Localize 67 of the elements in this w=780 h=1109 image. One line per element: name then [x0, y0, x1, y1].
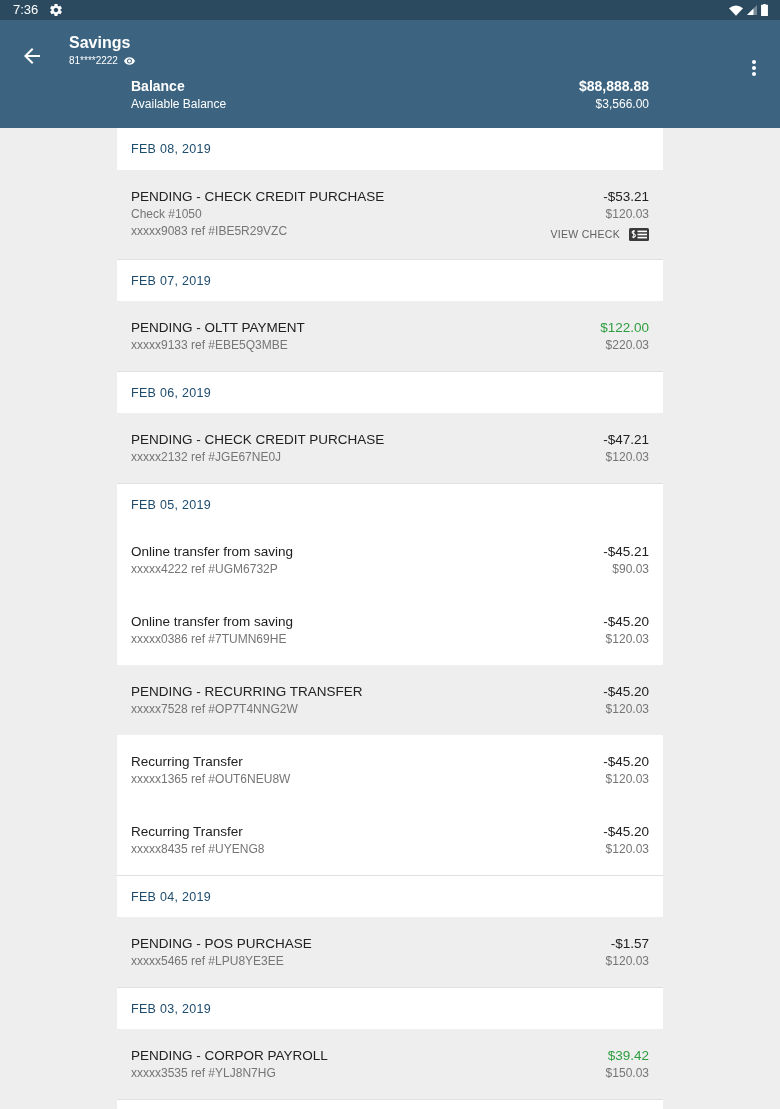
- running-balance: $120.03: [605, 449, 649, 466]
- transaction-title: Recurring Transfer: [131, 753, 244, 771]
- transaction-title: PENDING - CORPOR PAYROLL: [131, 1047, 328, 1065]
- eye-icon[interactable]: [123, 57, 135, 65]
- battery-icon: [761, 4, 768, 16]
- back-arrow-icon: [24, 48, 40, 64]
- transaction-amount: $39.42: [607, 1047, 649, 1065]
- balance-label: Balance: [131, 77, 185, 95]
- transaction-detail: xxxxx5465 ref #LPU8YE3EE: [131, 953, 285, 970]
- running-balance: $90.03: [612, 561, 649, 578]
- transaction-title: Recurring Transfer: [131, 823, 244, 841]
- status-time: 7:36: [13, 2, 39, 18]
- transaction-amount: -$45.20: [603, 753, 649, 771]
- transaction-detail: xxxxx9083 ref #IBE5R29VZC: [131, 223, 289, 240]
- transaction-row[interactable]: Recurring Transfer xxxxx1365 ref #OUT6NEU8W -$45.20 $120.03: [117, 735, 663, 805]
- transaction-detail: xxxxx4222 ref #UGM6732P: [131, 561, 279, 578]
- running-balance: $120.03: [605, 841, 649, 858]
- transaction-amount: $122.00: [600, 319, 649, 337]
- view-check-button[interactable]: VIEW CHECK: [550, 226, 649, 242]
- more-options-icon: [752, 60, 756, 76]
- cheque-icon: [629, 227, 649, 241]
- transaction-title: Online transfer from saving: [131, 613, 294, 631]
- date-label: FEB 06, 2019: [131, 384, 212, 401]
- date-label: FEB 05, 2019: [131, 496, 212, 513]
- transaction-detail: Check #1050: [131, 206, 203, 223]
- settings-icon: [50, 4, 63, 16]
- date-label: FEB 04, 2019: [131, 888, 212, 905]
- transaction-amount: -$45.20: [603, 823, 649, 841]
- transaction-detail: xxxxx9133 ref #EBE5Q3MBE: [131, 337, 289, 354]
- running-balance: $120.03: [605, 631, 649, 648]
- account-title: Savings: [69, 33, 132, 53]
- transaction-amount: -$45.20: [603, 613, 649, 631]
- wifi-icon: [729, 4, 743, 16]
- transaction-title: PENDING - CHECK CREDIT PURCHASE: [131, 431, 385, 449]
- transaction-detail: xxxxx1365 ref #OUT6NEU8W: [131, 771, 291, 788]
- transaction-detail: xxxxx0386 ref #7TUMN69HE: [131, 631, 288, 648]
- balance-value: $88,888.88: [578, 77, 649, 95]
- transaction-detail: xxxxx8435 ref #UYENG8: [131, 841, 265, 858]
- transaction-amount: -$53.21: [603, 188, 649, 206]
- transaction-title: PENDING - CHECK CREDIT PURCHASE: [131, 188, 385, 206]
- available-balance-value: $3,566.00: [595, 96, 649, 112]
- transaction-detail: xxxxx3535 ref #YLJ8N7HG: [131, 1065, 277, 1082]
- transaction-row[interactable]: Online transfer from saving xxxxx0386 ref #7TUMN69HE -$45.20 $120.03: [117, 595, 663, 665]
- date-label: FEB 03, 2019: [131, 1000, 212, 1017]
- account-number: 81****2222: [69, 55, 118, 67]
- transaction-title: PENDING - RECURRING TRANSFER: [131, 683, 363, 701]
- transaction-title: Online transfer from saving: [131, 543, 294, 561]
- transaction-detail: xxxxx7528 ref #OP7T4NNG2W: [131, 701, 299, 718]
- transaction-title: PENDING - POS PURCHASE: [131, 935, 312, 953]
- transaction-amount: -$47.21: [603, 431, 649, 449]
- transaction-amount: -$1.57: [610, 935, 649, 953]
- running-balance: $120.03: [605, 206, 649, 223]
- transaction-amount: -$45.20: [603, 683, 649, 701]
- running-balance: $120.03: [605, 701, 649, 718]
- running-balance: $150.03: [605, 1065, 649, 1082]
- date-label: FEB 07, 2019: [131, 272, 212, 289]
- transaction-row[interactable]: Recurring Transfer xxxxx8435 ref #UYENG8 -$45.20 $120.03: [117, 805, 663, 875]
- transaction-row[interactable]: Online transfer from saving xxxxx4222 ref #UGM6732P -$45.21 $90.03: [117, 525, 663, 595]
- transaction-title: PENDING - OLTT PAYMENT: [131, 319, 305, 337]
- running-balance: $120.03: [605, 771, 649, 788]
- transaction-detail: xxxxx2132 ref #JGE67NE0J: [131, 449, 283, 466]
- available-balance-label: Available Balance: [131, 96, 227, 112]
- date-label: FEB 08, 2019: [131, 141, 212, 157]
- transaction-amount: -$45.21: [603, 543, 649, 561]
- running-balance: $220.03: [605, 337, 649, 354]
- running-balance: $120.03: [605, 953, 649, 970]
- signal-icon: [747, 5, 757, 15]
